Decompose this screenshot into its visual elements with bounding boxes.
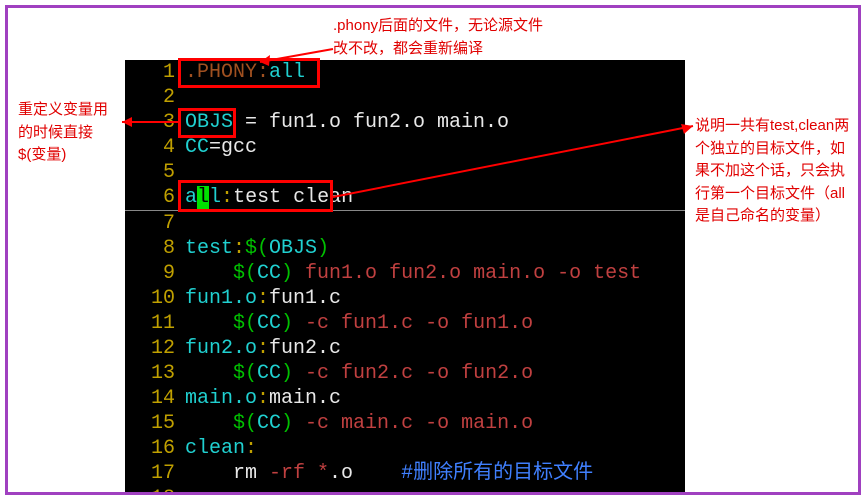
code-line-7 [185,211,685,236]
annotation-left: 重定义变量用的时候直接$(变量) [18,99,118,167]
lineno: 17 [125,461,185,486]
code-line-3: OBJS = fun1.o fun2.o main.o [185,110,685,135]
code-line-12: fun2.o:fun2.c [185,336,685,361]
code-line-8: test:$(OBJS) [185,236,685,261]
code-line-14: main.o:main.c [185,386,685,411]
cursor: l [197,186,209,209]
code-line-6: all:test clean [185,185,685,210]
lineno: 8 [125,236,185,261]
lineno: 3 [125,110,185,135]
lineno: 9 [125,261,185,286]
lineno: 5 [125,160,185,185]
lineno: 13 [125,361,185,386]
annotation-top: .phony后面的文件，无论源文件改不改，都会重新编译 [333,15,553,60]
code-line-4: CC=gcc [185,135,685,160]
code-line-5 [185,160,685,185]
lineno: 18 [125,486,185,492]
code-line-1: .PHONY:all [185,60,685,85]
lineno: 1 [125,60,185,85]
annotation-right: 说明一共有test,clean两个独立的目标文件，如果不加这个话，只会执行第一个… [695,115,855,228]
code-line-10: fun1.o:fun1.c [185,286,685,311]
lineno: 4 [125,135,185,160]
code-line-15: $(CC) -c main.c -o main.o [185,411,685,436]
code-line-9: $(CC) fun1.o fun2.o main.o -o test [185,261,685,286]
lineno: 14 [125,386,185,411]
lineno: 12 [125,336,185,361]
code-line-18 [185,486,685,492]
code-line-16: clean: [185,436,685,461]
code-line-2 [185,85,685,110]
lineno: 2 [125,85,185,110]
lineno: 6 [125,185,185,210]
lineno: 7 [125,211,185,236]
lineno: 10 [125,286,185,311]
lineno: 16 [125,436,185,461]
code-editor: 1.PHONY:all 2 3OBJS = fun1.o fun2.o main… [125,60,685,492]
code-line-11: $(CC) -c fun1.c -o fun1.o [185,311,685,336]
code-line-13: $(CC) -c fun2.c -o fun2.o [185,361,685,386]
lineno: 15 [125,411,185,436]
lineno: 11 [125,311,185,336]
code-line-17: rm -rf *.o #删除所有的目标文件 [185,461,685,486]
